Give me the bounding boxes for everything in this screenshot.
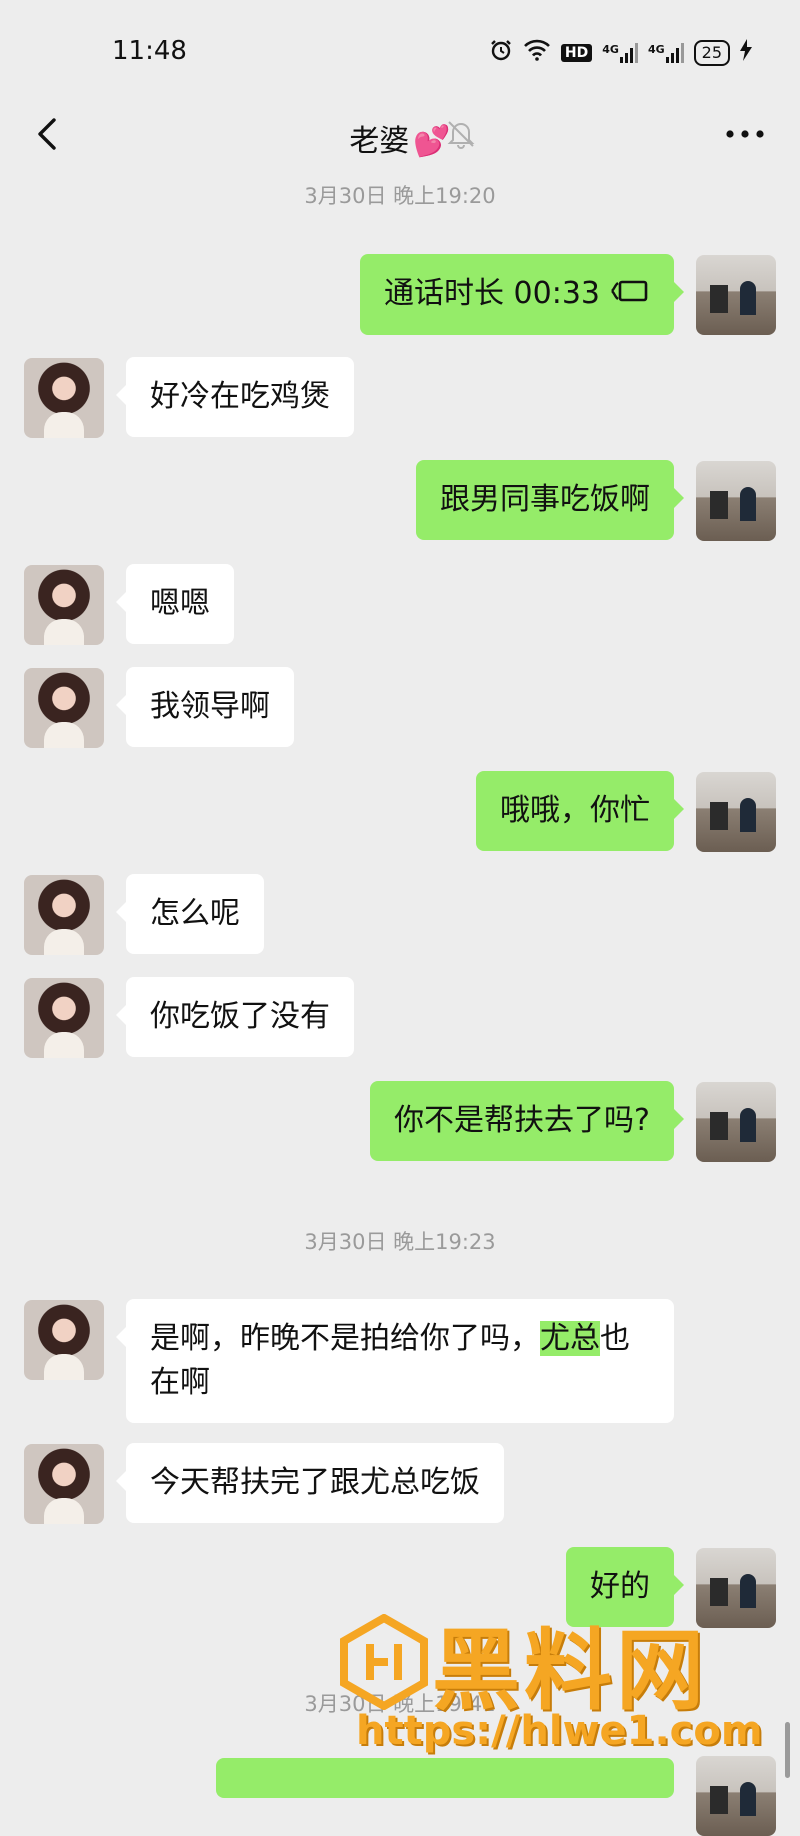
received-message[interactable]: 怎么呢 bbox=[116, 874, 264, 954]
call-icon bbox=[610, 273, 650, 317]
call-duration-text: 通话时长 00:33 bbox=[384, 276, 600, 311]
sent-message[interactable]: 你不是帮扶去了吗? bbox=[370, 1081, 684, 1161]
battery-indicator: 25 bbox=[693, 39, 730, 66]
contact-avatar[interactable] bbox=[24, 875, 104, 955]
status-icons: HD 4G 4G 25 bbox=[489, 38, 752, 67]
signal-4g-icon: 4G bbox=[602, 42, 638, 63]
alarm-icon bbox=[489, 38, 513, 67]
contact-avatar[interactable] bbox=[24, 668, 104, 748]
call-record-bubble[interactable]: 通话时长 00:33 bbox=[360, 254, 684, 335]
signal-4g-icon: 4G bbox=[647, 42, 684, 63]
sent-message[interactable]: 跟男同事吃饭啊 bbox=[416, 460, 684, 540]
timestamp: 3月30日 晚上19:20 bbox=[304, 184, 496, 208]
my-avatar[interactable] bbox=[696, 772, 776, 852]
chat-title: 老婆 💕 bbox=[0, 116, 800, 160]
message-text: 是啊，昨晚不是拍给你了吗， bbox=[150, 1321, 540, 1356]
more-options-icon[interactable] bbox=[720, 124, 770, 144]
scrollbar[interactable] bbox=[785, 1722, 790, 1778]
my-avatar[interactable] bbox=[696, 1756, 776, 1836]
my-avatar[interactable] bbox=[696, 1082, 776, 1162]
contact-avatar[interactable] bbox=[24, 1300, 104, 1380]
status-bar: 11:48 HD 4G 4G 25 bbox=[0, 0, 800, 100]
network-type-label: 4G bbox=[602, 42, 619, 56]
received-message[interactable]: 是啊，昨晚不是拍给你了吗，尤总也在啊 bbox=[116, 1299, 674, 1423]
received-message[interactable]: 嗯嗯 bbox=[116, 564, 234, 644]
network-type-label: 4G bbox=[647, 42, 665, 56]
watermark-logo-icon bbox=[336, 1613, 432, 1711]
received-message[interactable]: 今天帮扶完了跟尤总吃饭 bbox=[116, 1443, 504, 1523]
received-message[interactable]: 我领导啊 bbox=[116, 667, 294, 747]
my-avatar[interactable] bbox=[696, 255, 776, 335]
my-avatar[interactable] bbox=[696, 461, 776, 541]
chat-header: 老婆 💕 bbox=[0, 100, 800, 180]
watermark-url: https://hlwe1.com bbox=[356, 1708, 763, 1754]
wifi-icon bbox=[523, 39, 551, 66]
received-message[interactable]: 好冷在吃鸡煲 bbox=[116, 357, 354, 437]
contact-avatar[interactable] bbox=[24, 565, 104, 645]
status-time: 11:48 bbox=[112, 36, 187, 66]
contact-avatar[interactable] bbox=[24, 978, 104, 1058]
sent-message[interactable]: 哦哦，你忙 bbox=[476, 771, 684, 851]
contact-avatar[interactable] bbox=[24, 358, 104, 438]
contact-name: 老婆 bbox=[349, 124, 410, 159]
sent-message-partial[interactable] bbox=[216, 1758, 674, 1798]
received-message[interactable]: 你吃饭了没有 bbox=[116, 977, 354, 1057]
timestamp: 3月30日 晚上19:23 bbox=[304, 1230, 496, 1254]
charging-icon bbox=[740, 39, 752, 66]
highlighted-text: 尤总 bbox=[540, 1321, 600, 1356]
hd-icon: HD bbox=[560, 43, 593, 62]
contact-avatar[interactable] bbox=[24, 1444, 104, 1524]
mute-bell-icon bbox=[445, 118, 477, 150]
